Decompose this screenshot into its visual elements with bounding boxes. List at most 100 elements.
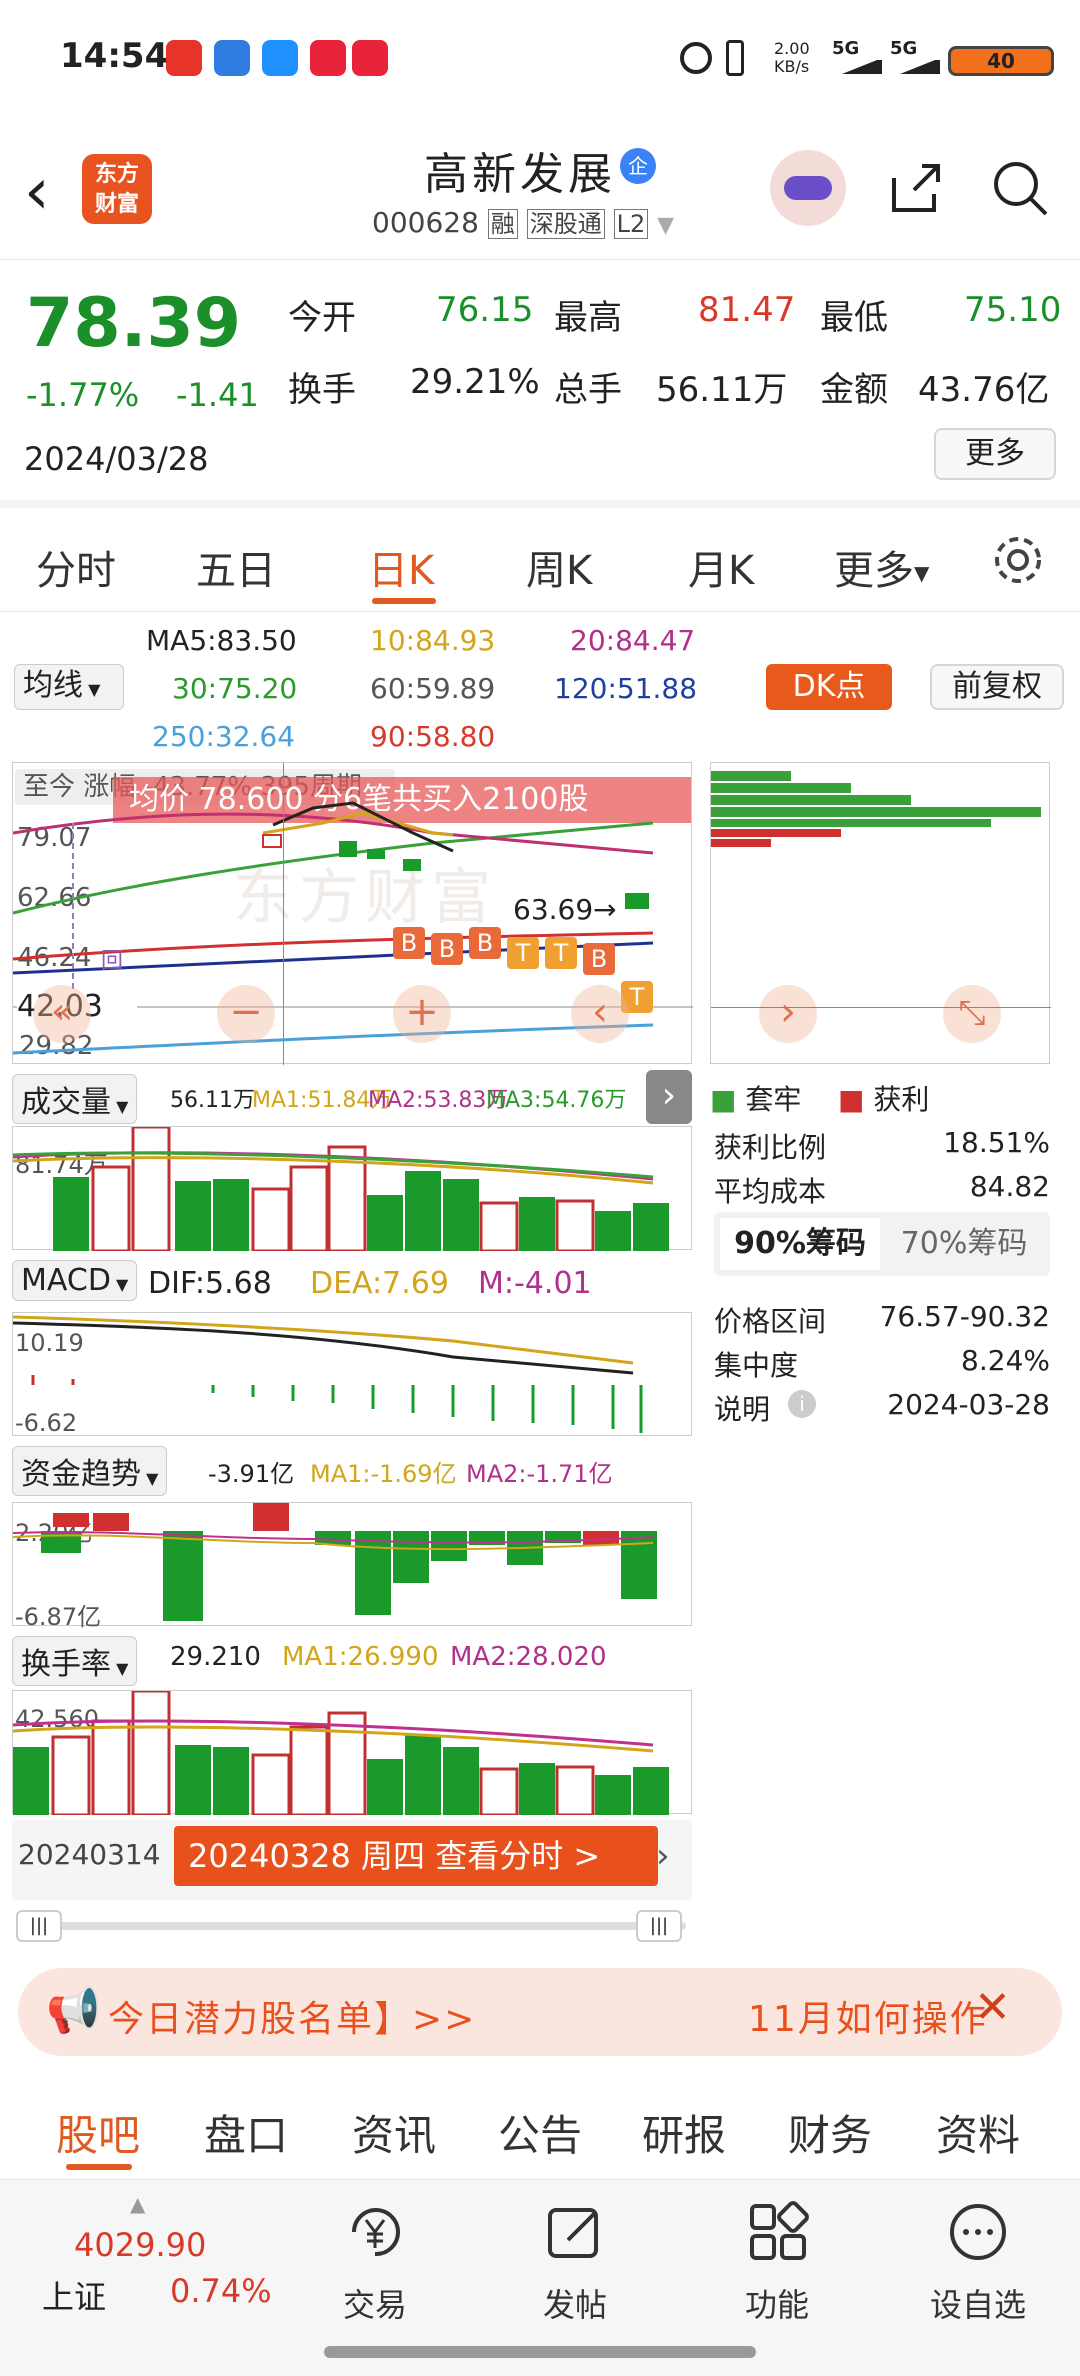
tab-intraday[interactable]: 分时 xyxy=(36,538,116,596)
fund-value: -3.91亿 xyxy=(208,1460,295,1488)
tab-daily-k[interactable]: 日K xyxy=(368,538,434,596)
chip-tab-90[interactable]: 90%筹码 xyxy=(720,1218,880,1270)
quote-panel: 78.39 -1.77% -1.41 2024/03/28 今开 76.15 最… xyxy=(0,260,1080,508)
index-percent[interactable]: 0.74% xyxy=(170,2272,272,2310)
tab-profile[interactable]: 资料 xyxy=(936,2102,1020,2163)
buy-marker[interactable]: B xyxy=(431,933,463,965)
timeline-bar: 20240314 20240328 周四 查看分时 > › xyxy=(12,1820,692,1900)
stock-header: ‹ 东方 财富 高新发展 企 000628 融 深股通 L2 ▼ xyxy=(0,130,1080,260)
price-range-value: 76.57-90.32 xyxy=(879,1300,1050,1333)
sell-marker[interactable]: T xyxy=(507,937,539,969)
price-mark: 63.69→ xyxy=(513,893,617,926)
add-favorite-icon[interactable] xyxy=(946,2200,1010,2264)
info-icon[interactable]: i xyxy=(788,1390,816,1418)
index-name[interactable]: 上证 xyxy=(42,2272,106,2318)
content-tabs: 股吧 盘口 资讯 公告 研报 财务 资料 xyxy=(0,2076,1080,2180)
volume-ma3: MA3:54.76万 xyxy=(486,1088,627,1113)
assistant-avatar[interactable] xyxy=(770,150,846,226)
chip-distribution-chart[interactable]: › ⤡ xyxy=(710,762,1051,1064)
low-label: 最低 xyxy=(820,298,888,338)
ma10-value: 10:84.93 xyxy=(370,624,496,657)
scroll-left-icon[interactable]: « xyxy=(33,985,91,1043)
trade-yen-icon[interactable] xyxy=(340,2202,410,2262)
tab-five-day[interactable]: 五日 xyxy=(196,538,276,596)
macd-select[interactable]: MACD ▼ xyxy=(12,1260,138,1301)
settings-gear-icon[interactable] xyxy=(990,532,1046,588)
fund-chart[interactable]: 2.20亿 -6.87亿 xyxy=(12,1502,692,1631)
slider-left-handle[interactable]: ||| xyxy=(16,1910,62,1942)
dk-point-button[interactable]: DK点 xyxy=(766,664,892,710)
buy-marker[interactable]: B xyxy=(583,943,615,975)
kline-chart[interactable]: 东方财富 至今 涨幅 -43.77% 395周期 均价 78.600 分6笔共买… xyxy=(12,762,693,1065)
chip-info: ■ 套牢 ■ 获利 获利比例 18.51% 平均成本 84.82 90%筹码 7… xyxy=(710,1072,1060,1432)
tab-more[interactable]: 更多▼ xyxy=(834,538,929,596)
eastmoney-logo[interactable]: 东方 财富 xyxy=(82,154,152,224)
slider-right-handle[interactable]: ||| xyxy=(636,1910,682,1942)
sell-marker[interactable]: T xyxy=(545,937,577,969)
more-quote-button[interactable]: 更多 xyxy=(934,428,1056,480)
move-right-icon[interactable]: › xyxy=(759,985,817,1043)
turnover-ma2: MA2:28.020 xyxy=(450,1642,607,1672)
chevron-right-icon[interactable]: › xyxy=(656,1830,690,1882)
chevron-down-icon: ▼ xyxy=(914,561,930,585)
signal-2-label: 5G xyxy=(890,38,918,59)
volume-label: 总手 xyxy=(554,370,622,410)
index-value[interactable]: 4029.90 xyxy=(74,2226,206,2264)
trade-label[interactable]: 交易 xyxy=(330,2280,420,2326)
buy-marker[interactable]: B xyxy=(393,927,425,959)
tab-news[interactable]: 资讯 xyxy=(352,2102,436,2163)
note-label: 说明 xyxy=(714,1393,771,1426)
home-indicator[interactable] xyxy=(324,2346,756,2358)
share-icon[interactable] xyxy=(886,158,946,218)
tab-monthly-k[interactable]: 月K xyxy=(688,538,754,596)
close-icon[interactable]: ✕ xyxy=(974,1982,1011,2033)
chevron-down-icon: ▼ xyxy=(83,680,101,699)
functions-label[interactable]: 功能 xyxy=(732,2280,822,2326)
zoom-in-icon[interactable]: + xyxy=(393,985,451,1043)
macd-chart[interactable]: 10.19 -6.62 xyxy=(12,1312,692,1437)
profit-legend: ■ 获利 xyxy=(838,1083,930,1116)
volume-chart[interactable]: 81.74万 xyxy=(12,1126,692,1251)
battery-icon: 40 xyxy=(948,46,1054,76)
high-value: 81.47 xyxy=(698,290,796,330)
fullscreen-icon[interactable]: ⤡ xyxy=(943,985,1001,1043)
zoom-out-icon[interactable]: − xyxy=(217,985,275,1043)
turnover-chart[interactable]: 42.560 xyxy=(12,1690,692,1815)
trap-legend: ■ 套牢 xyxy=(710,1083,802,1116)
volume-select[interactable]: 成交量 ▼ xyxy=(12,1074,138,1124)
tab-indicator xyxy=(372,598,436,604)
fund-ma1: MA1:-1.69亿 xyxy=(310,1460,457,1488)
chevron-down-icon: ▼ xyxy=(111,1659,129,1678)
tab-announcements[interactable]: 公告 xyxy=(498,2102,582,2163)
view-intraday-button[interactable]: 20240328 周四 查看分时 > xyxy=(174,1826,658,1886)
tab-weekly-k[interactable]: 周K xyxy=(526,538,592,596)
back-icon[interactable]: ‹ xyxy=(24,160,50,224)
search-icon[interactable] xyxy=(988,156,1052,220)
chip-tab-70[interactable]: 70%筹码 xyxy=(884,1218,1044,1270)
concentration-label: 集中度 xyxy=(714,1349,799,1382)
tab-forum[interactable]: 股吧 xyxy=(56,2102,140,2163)
crosshair-horizontal xyxy=(711,1007,1051,1008)
fund-select[interactable]: 资金趋势 ▼ xyxy=(12,1446,168,1496)
volume-bars xyxy=(13,1127,669,1251)
tab-finance[interactable]: 财务 xyxy=(788,2102,872,2163)
expand-arrow-icon[interactable]: › xyxy=(646,1070,692,1124)
range-slider[interactable]: ||| ||| xyxy=(16,1908,686,1944)
tab-orderbook[interactable]: 盘口 xyxy=(204,2102,288,2163)
tab-indicator xyxy=(66,2164,132,2170)
post-edit-icon[interactable] xyxy=(544,2200,608,2264)
fund-bars xyxy=(13,1503,657,1621)
stock-code-row[interactable]: 000628 融 深股通 L2 ▼ xyxy=(372,204,674,239)
functions-grid-icon[interactable] xyxy=(746,2200,810,2264)
slider-track xyxy=(16,1922,686,1930)
promo-banner[interactable]: 📢 今日潜力股名单】>> 11月如何操作 ✕ xyxy=(18,1968,1062,2056)
buy-marker[interactable]: B xyxy=(469,927,501,959)
ma-select[interactable]: 均线 ▼ xyxy=(14,664,124,710)
fund-header: 资金趋势 ▼ -3.91亿 MA1:-1.69亿 MA2:-1.71亿 xyxy=(12,1442,692,1496)
adjust-price-button[interactable]: 前复权 xyxy=(930,664,1064,710)
turnover-select[interactable]: 换手率 ▼ xyxy=(12,1636,138,1686)
post-label[interactable]: 发帖 xyxy=(530,2280,620,2326)
add-favorite-label[interactable]: 设自选 xyxy=(920,2280,1036,2326)
tab-research[interactable]: 研报 xyxy=(642,2102,726,2163)
move-left-icon[interactable]: ‹ xyxy=(571,985,629,1043)
